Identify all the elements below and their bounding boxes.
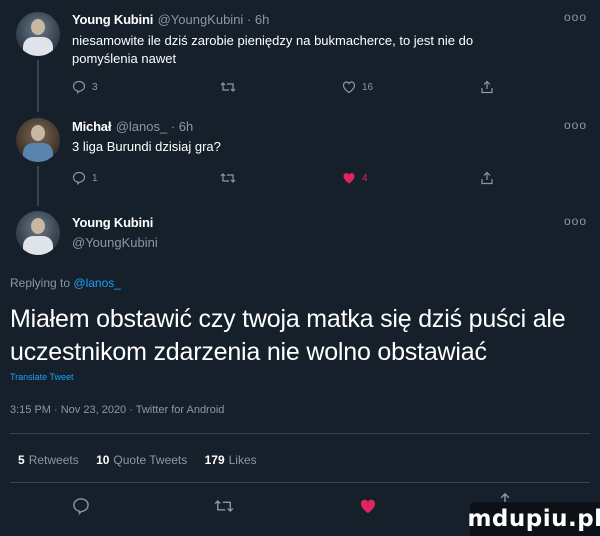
replying-to: Replying to @lanos_	[10, 276, 121, 290]
like-icon	[342, 81, 356, 94]
tweet-meta[interactable]: 3:15 PM · Nov 23, 2020 · Twitter for And…	[10, 404, 224, 416]
reply-icon	[72, 80, 86, 94]
divider	[10, 482, 590, 483]
likes-stat[interactable]: 179 Likes	[205, 453, 257, 467]
watermark-logo: mdupiu.pl	[467, 502, 600, 536]
tweet-header: Michał @lanos_ · 6h	[72, 118, 193, 136]
replying-handle-link[interactable]: @lanos_	[73, 276, 121, 290]
author-name[interactable]: Michał	[72, 119, 111, 134]
more-icon[interactable]: ooo	[564, 118, 587, 132]
author-handle[interactable]: @lanos_ · 6h	[116, 119, 194, 134]
main-retweet-button[interactable]	[214, 497, 234, 520]
tweet-header: Young Kubini @YoungKubini · 6h	[72, 11, 269, 29]
like-button[interactable]: 4	[342, 171, 368, 185]
replying-label: Replying to	[10, 276, 71, 290]
avatar[interactable]	[16, 118, 60, 162]
thread-line	[37, 60, 39, 112]
tweet-actions: 3 16	[72, 80, 502, 96]
tweet-actions: 1 4	[72, 171, 502, 187]
divider	[10, 433, 590, 434]
reply-icon	[73, 498, 89, 516]
reply-button[interactable]: 3	[72, 80, 98, 94]
more-icon[interactable]: ooo	[564, 10, 587, 24]
reply-count: 3	[92, 81, 98, 93]
retweet-icon	[214, 500, 234, 512]
avatar[interactable]	[16, 211, 60, 255]
tweet-stats: 5 Retweets 10 Quote Tweets 179 Likes	[18, 453, 257, 467]
like-button[interactable]: 16	[342, 80, 373, 94]
reply-count: 1	[92, 172, 98, 184]
author-handle[interactable]: @YoungKubini · 6h	[158, 12, 270, 27]
retweet-icon	[220, 173, 236, 183]
main-tweet-text: Miałem obstawić czy twoja matka się dziś…	[10, 305, 566, 366]
tweet-text: 3 liga Burundi dzisiaj gra?	[72, 139, 221, 154]
retweets-stat[interactable]: 5 Retweets	[18, 453, 79, 467]
retweet-button[interactable]	[220, 80, 242, 94]
like-icon	[360, 499, 376, 514]
like-count: 16	[362, 81, 374, 93]
reply-button[interactable]: 1	[72, 171, 98, 185]
author-name[interactable]: Young Kubini	[72, 215, 153, 230]
share-icon	[481, 171, 493, 185]
retweet-icon	[220, 82, 236, 92]
tweet-text: niesamowite ile dziś zarobie pieniędzy n…	[72, 33, 474, 66]
more-icon[interactable]: ooo	[564, 214, 587, 228]
thread-line	[37, 166, 39, 206]
author-handle[interactable]: @YoungKubini	[72, 235, 158, 250]
share-icon	[481, 80, 493, 94]
share-button[interactable]	[480, 80, 494, 94]
main-like-button[interactable]	[359, 497, 377, 520]
like-count: 4	[362, 172, 368, 184]
main-reply-button[interactable]	[72, 497, 90, 520]
share-button[interactable]	[480, 171, 494, 185]
reply-icon	[72, 171, 86, 185]
author-name[interactable]: Young Kubini	[72, 12, 153, 27]
quotes-stat[interactable]: 10 Quote Tweets	[96, 453, 187, 467]
translate-link[interactable]: Translate Tweet	[10, 372, 74, 382]
like-icon	[343, 173, 355, 184]
avatar[interactable]	[16, 12, 60, 56]
retweet-button[interactable]	[220, 171, 242, 185]
